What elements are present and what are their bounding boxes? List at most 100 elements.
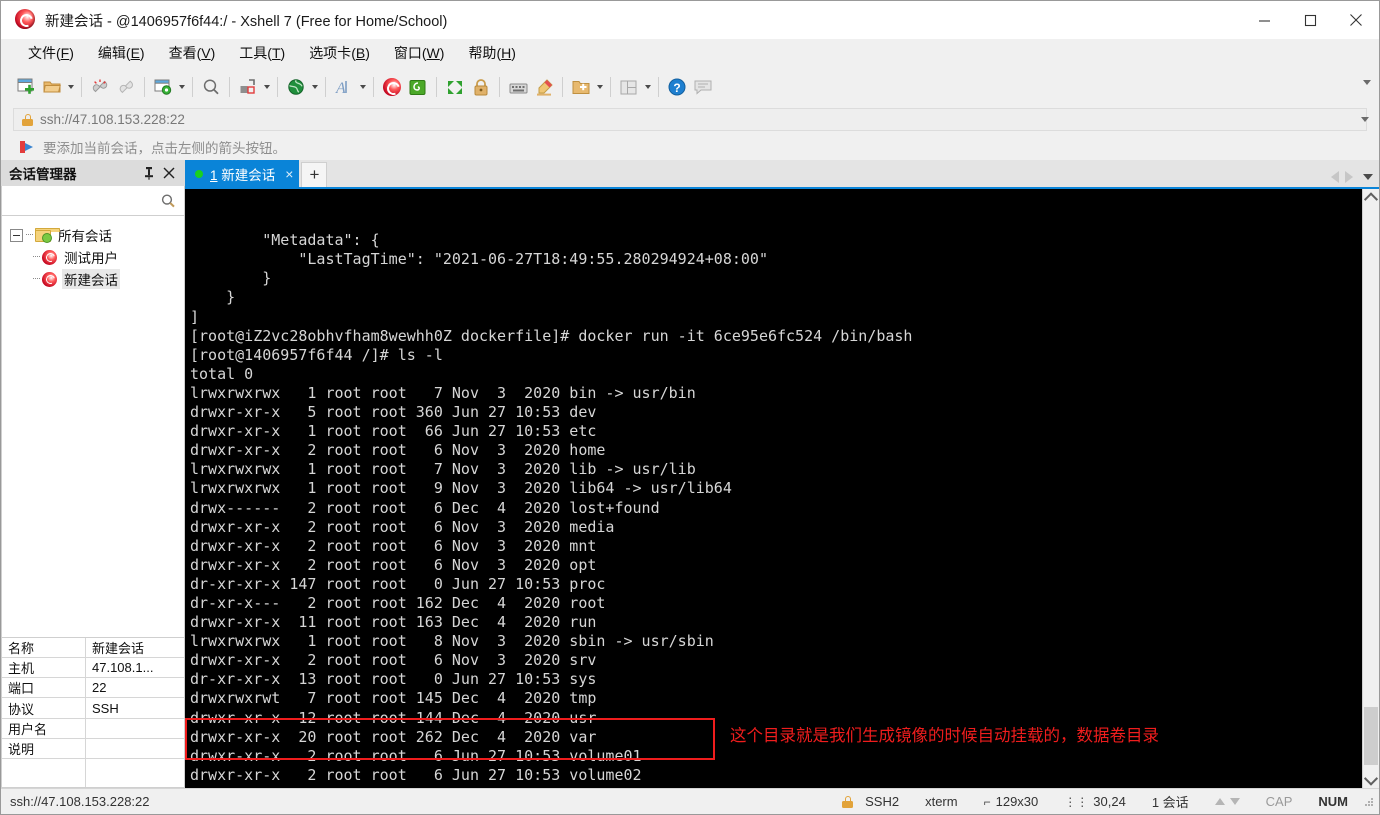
- terminal-pane: 1 新建会话 × + "Metadata": { "LastTagTime": …: [185, 160, 1379, 788]
- tab-close-icon[interactable]: ×: [285, 167, 293, 181]
- open-folder-dropdown-icon[interactable]: [65, 75, 76, 99]
- keyboard-icon[interactable]: [505, 74, 531, 100]
- scroll-down-button[interactable]: [1363, 771, 1379, 788]
- main-area: 会话管理器 所有会话 测试用户 新建会话 名称 新建会话 主机 47.108.1…: [1, 160, 1379, 788]
- status-transfer-indicators: [1202, 798, 1253, 805]
- hint-bar: 要添加当前会话，点击左侧的箭头按钮。: [1, 133, 1379, 160]
- disconnect-icon[interactable]: [87, 74, 113, 100]
- xshell-icon[interactable]: [379, 74, 405, 100]
- new-session-icon[interactable]: [13, 74, 39, 100]
- menu-item-window[interactable]: 窗口(W): [384, 40, 455, 66]
- file-transfer-dropdown-icon[interactable]: [261, 75, 272, 99]
- address-input[interactable]: ssh://47.108.153.228:22: [13, 108, 1367, 131]
- connection-status-icon: [195, 169, 203, 178]
- layout-icon[interactable]: [616, 74, 642, 100]
- terminal-line: total 0: [190, 364, 254, 383]
- layout-dropdown-icon[interactable]: [642, 75, 653, 99]
- session-properties-icon[interactable]: [150, 74, 176, 100]
- menu-item-edit[interactable]: 编辑(E): [88, 40, 155, 66]
- folder-icon: [35, 228, 60, 243]
- find-icon[interactable]: [198, 74, 224, 100]
- tree-node-all-sessions[interactable]: 所有会话: [10, 224, 184, 246]
- property-key-empty: [2, 759, 86, 787]
- property-row-empty: [2, 759, 184, 787]
- toolbar-separator: [436, 77, 437, 97]
- fullscreen-icon[interactable]: [442, 74, 468, 100]
- menu-item-tools[interactable]: 工具(T): [229, 40, 295, 66]
- session-tree[interactable]: 所有会话 测试用户 新建会话: [1, 216, 185, 637]
- terminal-line: lrwxrwxrwx 1 root root 8 Nov 3 2020 sbin…: [190, 632, 714, 651]
- property-row-port: 端口 22: [2, 678, 184, 699]
- tab-prev-icon[interactable]: [1331, 171, 1339, 183]
- terminal-line: drwxr-xr-x 5 root root 360 Jun 27 10:53 …: [190, 403, 597, 422]
- property-row-protocol: 协议 SSH: [2, 698, 184, 719]
- connect-icon[interactable]: [113, 74, 139, 100]
- chat-icon[interactable]: [690, 74, 716, 100]
- tree-line: [33, 256, 40, 258]
- highlight-icon[interactable]: [531, 74, 557, 100]
- close-icon[interactable]: [159, 162, 179, 184]
- app-logo-icon: [15, 9, 37, 31]
- xftp-icon[interactable]: [405, 74, 431, 100]
- scroll-thumb[interactable]: [1364, 707, 1378, 765]
- menu-item-view[interactable]: 查看(V): [159, 40, 226, 66]
- toolbar-separator: [562, 77, 563, 97]
- font-dropdown-icon[interactable]: [357, 75, 368, 99]
- scroll-up-button[interactable]: [1363, 189, 1379, 206]
- terminal-line: lrwxrwxrwx 1 root root 7 Nov 3 2020 lib …: [190, 460, 696, 479]
- session-manager-panel: 会话管理器 所有会话 测试用户 新建会话 名称 新建会话 主机 47.108.1…: [1, 160, 185, 788]
- close-button[interactable]: [1333, 1, 1379, 39]
- property-value-empty: [86, 759, 184, 787]
- web-browser-icon[interactable]: [283, 74, 309, 100]
- pin-icon[interactable]: [139, 162, 159, 184]
- new-tab-button[interactable]: +: [301, 162, 328, 187]
- terminal-line: drwxr-xr-x 2 root root 6 Nov 3 2020 opt: [190, 555, 597, 574]
- session-manager-title: 会话管理器: [9, 167, 77, 182]
- terminal-line: dr-xr-xr-x 147 root root 0 Jun 27 10:53 …: [190, 574, 606, 593]
- maximize-button[interactable]: [1287, 1, 1333, 39]
- address-dropdown-icon[interactable]: [1361, 117, 1369, 122]
- menu-item-file[interactable]: 文件(F): [18, 40, 84, 66]
- tree-node-test-user[interactable]: 测试用户: [10, 246, 184, 268]
- terminal-scrollbar[interactable]: [1362, 189, 1379, 788]
- session-search-input[interactable]: [1, 186, 185, 216]
- terminal-output[interactable]: "Metadata": { "LastTagTime": "2021-06-27…: [185, 189, 1362, 788]
- font-icon[interactable]: A: [331, 74, 357, 100]
- status-cursor-pos: ⋮⋮ 30,24: [1051, 794, 1139, 809]
- session-properties-dropdown-icon[interactable]: [176, 75, 187, 99]
- title-bar: 新建会话 - @1406957f6f44:/ - Xshell 7 (Free …: [1, 1, 1379, 39]
- minimize-button[interactable]: [1241, 1, 1287, 39]
- add-folder-icon[interactable]: [568, 74, 594, 100]
- tab-new-session[interactable]: 1 新建会话 ×: [185, 160, 300, 187]
- add-folder-dropdown-icon[interactable]: [594, 75, 605, 99]
- toolbar-separator: [499, 77, 500, 97]
- tab-label: 1 新建会话: [210, 167, 276, 183]
- menu-item-help[interactable]: 帮助(H): [458, 40, 525, 66]
- status-num: NUM: [1318, 794, 1348, 809]
- status-term-type: xterm: [925, 794, 958, 809]
- help-icon[interactable]: ?: [664, 74, 690, 100]
- file-transfer-icon[interactable]: [235, 74, 261, 100]
- session-icon: [42, 271, 57, 287]
- collapse-icon[interactable]: [10, 228, 23, 242]
- tab-list-icon[interactable]: [1363, 174, 1373, 180]
- lock-icon[interactable]: [468, 74, 494, 100]
- toolbar-overflow-icon[interactable]: [1363, 80, 1371, 85]
- tree-node-new-session[interactable]: 新建会话: [10, 268, 184, 290]
- open-folder-icon[interactable]: [39, 74, 65, 100]
- tab-next-icon[interactable]: [1345, 171, 1353, 183]
- terminal-line: [root@1406957f6f44 /]# ls -l: [190, 345, 443, 364]
- svg-text:A: A: [335, 80, 346, 97]
- toolbar-separator: [325, 77, 326, 97]
- status-cursor-label: 30,24: [1093, 794, 1126, 809]
- toolbar-separator: [229, 77, 230, 97]
- terminal-line: drwxr-xr-x 2 root root 6 Nov 3 2020 srv: [190, 651, 597, 670]
- window-title: 新建会话 - @1406957f6f44:/ - Xshell 7 (Free …: [45, 13, 448, 30]
- web-browser-dropdown-icon[interactable]: [309, 75, 320, 99]
- resize-grip[interactable]: [1363, 796, 1375, 808]
- menu-item-tab[interactable]: 选项卡(B): [299, 40, 380, 66]
- toolbar-separator: [658, 77, 659, 97]
- property-key: 协议: [2, 698, 86, 718]
- terminal-line: }: [190, 269, 272, 288]
- scroll-track[interactable]: [1363, 206, 1379, 771]
